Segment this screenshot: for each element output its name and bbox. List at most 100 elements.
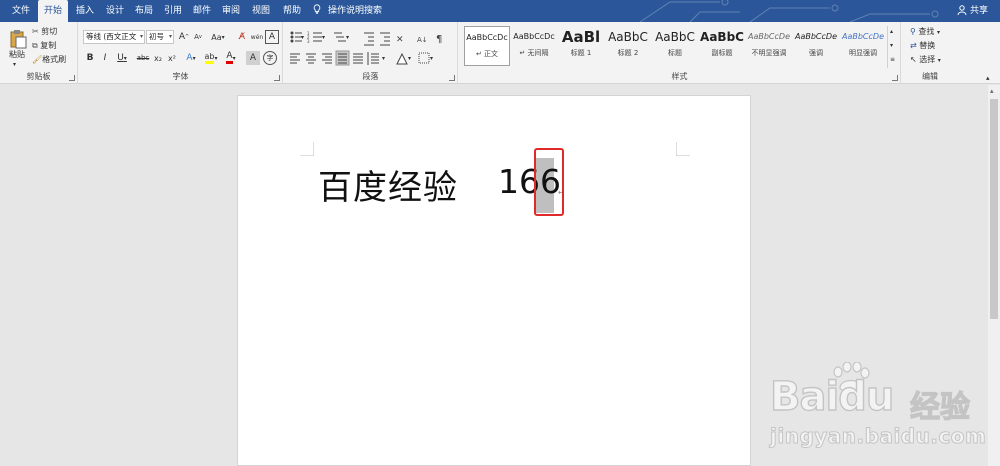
highlighter-icon: ab bbox=[204, 52, 215, 64]
watermark-cn: 经验 bbox=[909, 389, 970, 425]
shrink-font-icon[interactable]: Av bbox=[192, 30, 204, 44]
format-painter-label: 格式刷 bbox=[42, 55, 67, 64]
grow-font-icon[interactable]: A ^ bbox=[178, 30, 190, 44]
char-border-glyph: A bbox=[268, 32, 276, 42]
tab-mailings[interactable]: 邮件 bbox=[187, 0, 217, 22]
copy-button[interactable]: ⧉ 复制 bbox=[32, 40, 56, 52]
format-painter-button[interactable]: 🖌格式刷 bbox=[32, 54, 66, 66]
tab-insert[interactable]: 插入 bbox=[70, 0, 100, 22]
svg-text:A↓: A↓ bbox=[417, 36, 428, 44]
scroll-up-icon[interactable]: ▴ bbox=[990, 87, 994, 95]
tab-home[interactable]: 开始 bbox=[38, 0, 69, 22]
style-heading-2[interactable]: AaBbC 标题 2 bbox=[605, 26, 651, 66]
clipboard-launcher-icon[interactable] bbox=[69, 75, 75, 81]
style-emphasis[interactable]: AaBbCcDe 强调 bbox=[793, 26, 839, 66]
select-button[interactable]: ↖ 选择 ▾ bbox=[910, 54, 941, 67]
italic-button[interactable]: I bbox=[100, 51, 110, 65]
tab-review[interactable]: 审阅 bbox=[216, 0, 246, 22]
clipboard-group-label: 剪贴板 bbox=[26, 72, 51, 81]
style-subtitle[interactable]: AaBbC 副标题 bbox=[699, 26, 745, 66]
clear-formatting-icon[interactable]: A̸ bbox=[235, 30, 249, 44]
font-launcher-icon[interactable] bbox=[274, 75, 280, 81]
change-case-button[interactable]: Aa ▾ bbox=[209, 30, 227, 44]
ribbon: 粘贴 ▾ ✂ 剪切 ⧉ 复制 🖌格式刷 剪贴板 等线 (西文正文 ▾ 初号 ▾ A ^… bbox=[0, 22, 1000, 84]
collapse-ribbon-icon[interactable]: ▴ bbox=[986, 72, 990, 84]
style-normal-preview: AaBbCcDc bbox=[466, 33, 508, 42]
font-color-button[interactable]: A ▾ bbox=[222, 51, 240, 65]
styles-launcher-icon[interactable] bbox=[892, 75, 898, 81]
tab-layout[interactable]: 布局 bbox=[129, 0, 159, 22]
paragraph-group-label: 段落 bbox=[362, 72, 379, 81]
enclose-char-button[interactable]: 字 bbox=[263, 51, 277, 65]
shading-dropdown-icon[interactable]: ▾ bbox=[408, 53, 411, 65]
replace-icon: ⇄ bbox=[910, 41, 917, 50]
copy-icon: ⧉ bbox=[32, 41, 38, 50]
editing-group: ⚲ 查找 ▾ ⇄ 替换 ↖ 选择 ▾ 编辑 bbox=[902, 22, 958, 84]
style-heading-1[interactable]: AaBl 标题 1 bbox=[558, 26, 604, 66]
char-shading-button[interactable]: A bbox=[246, 51, 260, 65]
share-button[interactable]: 共享 bbox=[957, 0, 988, 22]
font-name-combo[interactable]: 等线 (西文正文 ▾ bbox=[83, 30, 145, 44]
style-subtle-emphasis[interactable]: AaBbCcDe 不明显强调 bbox=[746, 26, 792, 66]
phonetic-guide-icon[interactable]: wén bbox=[250, 30, 264, 44]
margin-corner-mark bbox=[676, 142, 690, 156]
document-text[interactable]: 百度经验 bbox=[318, 160, 458, 209]
paintbrush-icon: 🖌 bbox=[32, 55, 43, 64]
bullets-dropdown-icon[interactable]: ▾ bbox=[301, 32, 304, 44]
paste-label[interactable]: 粘贴 bbox=[9, 49, 25, 61]
superscript-button[interactable]: x² bbox=[166, 51, 178, 65]
phonetic-glyph: wén bbox=[250, 33, 264, 41]
replace-button[interactable]: ⇄ 替换 bbox=[910, 40, 935, 52]
style-intense-emphasis[interactable]: AaBbCcDe 明显强调 bbox=[840, 26, 886, 66]
paragraph-group: 123 ✕ A↓ ¶ ▾ ▾ ▾ ▾ ▾ ▾ 段落 bbox=[284, 22, 458, 84]
strikethrough-button[interactable]: abc bbox=[135, 51, 151, 65]
share-label: 共享 bbox=[969, 6, 988, 16]
styles-group-label: 样式 bbox=[671, 72, 688, 81]
text-effects-button[interactable]: A ▾ bbox=[183, 51, 199, 65]
subscript-button[interactable]: x₂ bbox=[152, 51, 164, 65]
replace-label: 替换 bbox=[919, 41, 936, 50]
svg-text:¶: ¶ bbox=[436, 34, 442, 45]
chevron-down-icon[interactable]: ▾ bbox=[890, 40, 893, 52]
bold-button[interactable]: B bbox=[85, 51, 95, 65]
scissors-icon: ✂ bbox=[32, 27, 39, 36]
document-page[interactable]: 百度经验 166 ↵ bbox=[237, 95, 751, 466]
copy-label: 复制 bbox=[40, 41, 57, 50]
style-title[interactable]: AaBbC 标题 bbox=[652, 26, 698, 66]
multilevel-dropdown-icon[interactable]: ▾ bbox=[346, 32, 349, 44]
cut-button[interactable]: ✂ 剪切 bbox=[32, 26, 57, 38]
numbering-dropdown-icon[interactable]: ▾ bbox=[322, 32, 325, 44]
style-subtitle-preview: AaBbC bbox=[700, 30, 744, 44]
more-styles-icon[interactable]: ≡ bbox=[890, 54, 895, 66]
person-icon bbox=[957, 5, 967, 16]
underline-glyph: U bbox=[117, 53, 124, 63]
chevron-up-icon[interactable]: ▴ bbox=[890, 26, 893, 38]
tab-references[interactable]: 引用 bbox=[158, 0, 188, 22]
find-button[interactable]: ⚲ 查找 ▾ bbox=[910, 26, 940, 39]
tab-help[interactable]: 帮助 bbox=[277, 0, 307, 22]
subscript-glyph: x₂ bbox=[154, 53, 162, 63]
line-spacing-dropdown-icon[interactable]: ▾ bbox=[382, 53, 385, 65]
tell-me-search[interactable]: 操作说明搜索 bbox=[312, 0, 382, 22]
lightbulb-icon bbox=[313, 4, 321, 14]
style-no-spacing-preview: AaBbCcDc bbox=[513, 32, 555, 41]
font-name-value: 等线 (西文正文 bbox=[86, 32, 137, 41]
tab-file[interactable]: 文件 bbox=[6, 0, 36, 22]
tab-view[interactable]: 视图 bbox=[246, 0, 276, 22]
style-no-spacing[interactable]: AaBbCcDc ↵ 无间隔 bbox=[511, 26, 557, 66]
underline-button[interactable]: U ▾ bbox=[114, 51, 130, 65]
paragraph-launcher-icon[interactable] bbox=[449, 75, 455, 81]
style-heading-2-preview: AaBbC bbox=[608, 30, 648, 44]
paste-icon[interactable] bbox=[8, 28, 28, 50]
char-border-icon[interactable]: A bbox=[265, 30, 279, 44]
styles-gallery-scroll[interactable]: ▴ ▾ ≡ bbox=[887, 26, 897, 68]
tab-design[interactable]: 设计 bbox=[100, 0, 130, 22]
borders-dropdown-icon[interactable]: ▾ bbox=[430, 53, 433, 65]
scrollbar-thumb[interactable] bbox=[990, 99, 998, 319]
style-heading-1-preview: AaBl bbox=[561, 28, 601, 46]
style-normal[interactable]: AaBbCcDc ↵ 正文 bbox=[464, 26, 510, 66]
font-size-combo[interactable]: 初号 ▾ bbox=[146, 30, 174, 44]
highlight-color-button[interactable]: ab ▾ bbox=[202, 51, 220, 65]
chevron-down-icon: ▾ bbox=[168, 33, 172, 40]
paste-dropdown-icon[interactable]: ▾ bbox=[13, 59, 16, 71]
